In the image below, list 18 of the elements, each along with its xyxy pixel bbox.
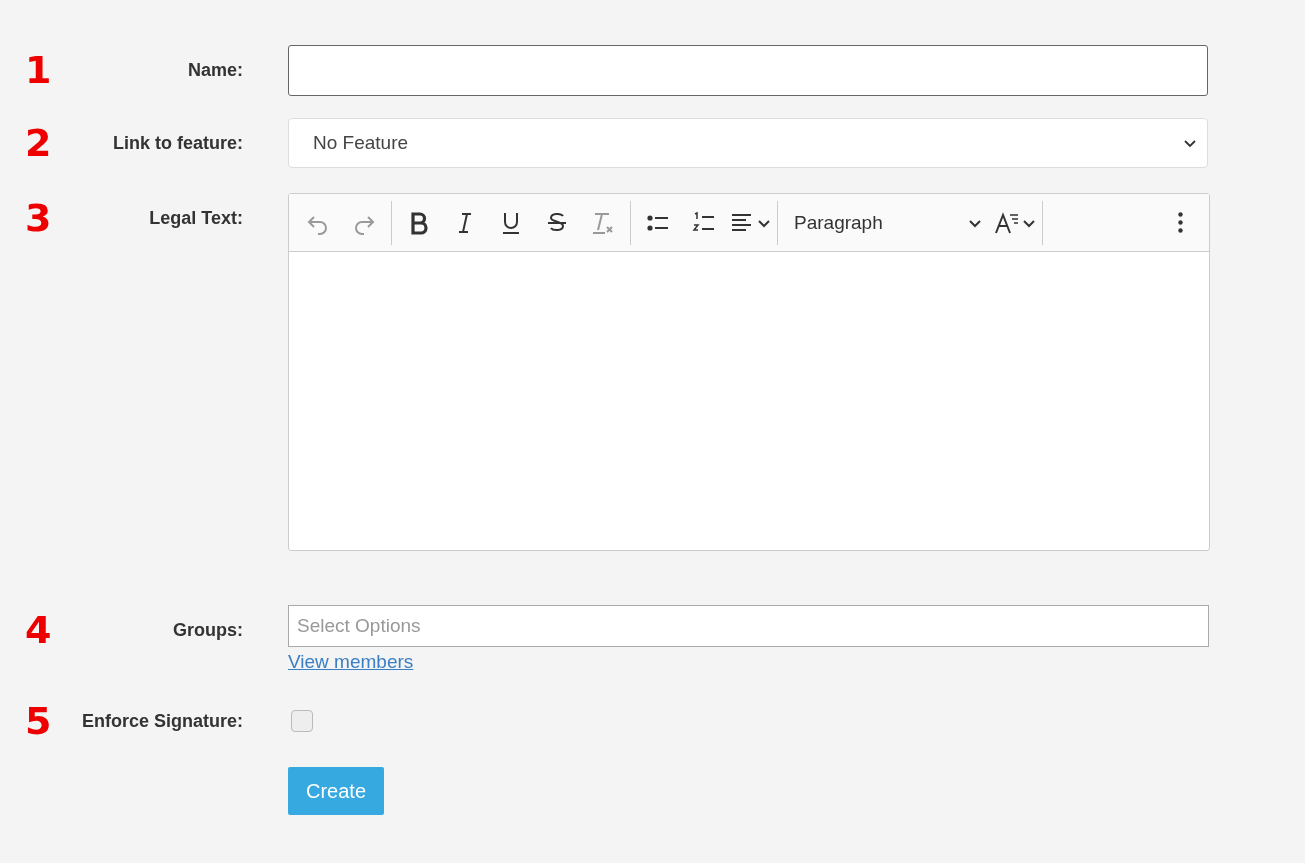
field-label: Link to feature: [112,132,243,155]
field-label: Name: [186,59,243,82]
feature-dropdown[interactable]: No Feature [288,118,1208,168]
step-number: 2 [25,120,53,167]
step-number: 5 [25,701,53,741]
field-label: Legal Text: [148,207,243,230]
field-label: Enforce Signature: [80,710,243,733]
more-icon [1177,212,1183,233]
step-number: 3 [25,195,53,242]
view-members-link[interactable]: View members [288,651,414,673]
field-label: Groups: [172,619,243,642]
checkbox[interactable] [291,710,313,732]
name-field[interactable] [288,45,1208,96]
step-number: 4 [25,607,53,654]
block-format-dropdown[interactable]: Paragraph [782,202,992,243]
groups-field[interactable]: Select Options [288,605,1209,647]
rich-text-editor[interactable]: Paragraph [288,193,1210,551]
step-number: 1 [25,47,53,94]
